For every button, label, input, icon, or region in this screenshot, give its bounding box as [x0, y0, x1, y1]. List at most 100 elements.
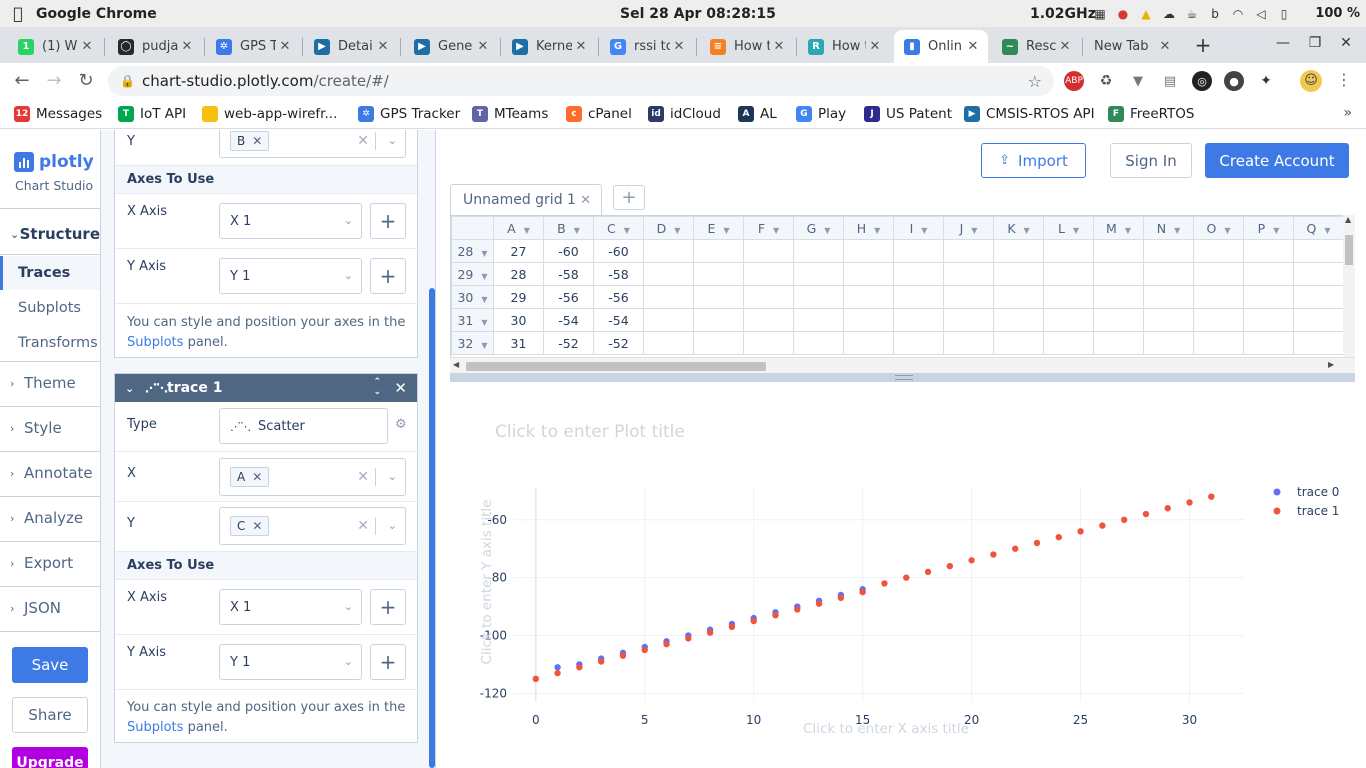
data-point-trace-1[interactable] [1055, 533, 1062, 541]
add-xaxis-button[interactable]: + [370, 589, 406, 625]
column-header[interactable]: L ▼ [1043, 216, 1094, 240]
new-tab-plus-icon[interactable]: + [1192, 35, 1214, 55]
data-point-trace-1[interactable] [576, 664, 583, 671]
column-menu-icon[interactable]: ▼ [1324, 226, 1330, 235]
data-point-trace-1[interactable] [903, 574, 910, 581]
nav-transforms[interactable]: Transforms [0, 326, 100, 360]
grid-cell[interactable]: 28 [493, 262, 544, 286]
data-point-trace-1[interactable] [1077, 528, 1084, 535]
column-menu-icon[interactable]: ▼ [1174, 226, 1180, 235]
row-menu-icon[interactable]: ▼ [481, 295, 487, 304]
bookmark-item[interactable]: c cPanel [566, 104, 632, 124]
cpu-chip-icon[interactable]: ▦ [1092, 6, 1108, 22]
back-arrow-icon[interactable]: ← [10, 69, 34, 93]
column-header[interactable]: F ▼ [743, 216, 794, 240]
grid-cell[interactable] [843, 262, 894, 286]
tab-close-icon[interactable]: ✕ [276, 39, 294, 54]
data-point-trace-1[interactable] [990, 551, 997, 558]
chevron-down-icon[interactable]: ⌄ [344, 655, 353, 668]
clear-icon[interactable]: ✕ [357, 469, 369, 485]
grid-cell[interactable] [643, 285, 694, 309]
row-number-cell[interactable]: 32 ▼ [451, 331, 494, 355]
grid-cell[interactable] [1243, 239, 1294, 263]
bing-icon[interactable]: b [1207, 6, 1223, 22]
column-header[interactable]: H ▼ [843, 216, 894, 240]
browser-tab[interactable]: New Tab ✕ [1084, 30, 1180, 63]
wifi-icon[interactable]: ◠ [1230, 6, 1246, 22]
bookmark-star-icon[interactable]: ☆ [1028, 72, 1042, 91]
grid-cell[interactable] [693, 331, 744, 355]
tab-close-icon[interactable]: ✕ [1156, 39, 1174, 54]
browser-tab[interactable]: ▮ Onlin ✕ [894, 30, 988, 63]
grid-cell[interactable] [893, 308, 944, 332]
data-point-trace-1[interactable] [1033, 539, 1041, 547]
column-header[interactable]: G ▼ [793, 216, 844, 240]
browser-tab[interactable]: ◯ pudja ✕ [108, 30, 202, 63]
splitter-grip[interactable] [895, 375, 913, 380]
grid-cell[interactable] [743, 239, 794, 263]
grid-cell[interactable] [943, 262, 994, 286]
browser-tab[interactable]: R How t ✕ [798, 30, 890, 63]
grid-cell[interactable] [643, 308, 694, 332]
grid-cell[interactable]: -56 [593, 285, 644, 309]
bookmark-item[interactable]: web-app-wirefr... [202, 104, 337, 124]
trace-1-header[interactable]: ⌄ ⋰⋱ trace 1 ⌃ ⌄ ✕ [115, 374, 417, 402]
import-button[interactable]: ⇪ Import [981, 143, 1086, 178]
nav-traces[interactable]: Traces [0, 256, 100, 290]
grid-cell[interactable] [1043, 308, 1094, 332]
nav-annotate[interactable]: › Annotate [0, 461, 100, 485]
remove-tag-icon[interactable]: ✕ [252, 519, 262, 533]
grid-cell[interactable] [843, 285, 894, 309]
restore-icon[interactable]: ❐ [1305, 35, 1325, 51]
plotly-logo[interactable]: plotly [14, 152, 94, 172]
y-axis-title-placeholder[interactable]: Click to enter Y axis title [479, 500, 495, 665]
data-point-trace-1[interactable] [772, 612, 779, 619]
trace-1-xaxis-select[interactable]: X 1 ⌄ [219, 589, 362, 625]
grid-cell[interactable] [843, 331, 894, 355]
grid-cell[interactable] [693, 308, 744, 332]
grid-horizontal-scrollbar[interactable]: ◀ ▶ [450, 357, 1355, 373]
browser-tab[interactable]: ≡ How t ✕ [700, 30, 794, 63]
data-point-trace-1[interactable] [554, 669, 561, 677]
grid-cell[interactable]: 30 [493, 308, 544, 332]
chevron-down-icon[interactable]: ⌄ [344, 269, 353, 282]
grid-cell[interactable] [1193, 285, 1244, 309]
grid-cell[interactable]: -54 [543, 308, 594, 332]
bookmark-item[interactable]: G Play [796, 104, 846, 124]
trace-1-type-select[interactable]: ⋰⋱ Scatter [219, 408, 388, 444]
remove-tag-icon[interactable]: ✕ [252, 470, 262, 484]
tab-close-icon[interactable]: ✕ [770, 39, 788, 54]
data-point-trace-0[interactable] [554, 664, 561, 671]
grid-cell[interactable] [1193, 308, 1244, 332]
column-menu-icon[interactable]: ▼ [1125, 226, 1131, 235]
row-menu-icon[interactable]: ▼ [481, 341, 487, 350]
address-bar[interactable]: 🔒 chart-studio.plotly.com/create/#/ ☆ [108, 66, 1054, 96]
grid-cell[interactable]: -52 [593, 331, 644, 355]
data-point-trace-1[interactable] [750, 617, 757, 625]
browser-tab[interactable]: ▶ Gene ✕ [404, 30, 498, 63]
chevron-down-icon[interactable]: ⌄ [125, 382, 139, 395]
column-menu-icon[interactable]: ▼ [574, 226, 580, 235]
grid-cell[interactable]: -58 [593, 262, 644, 286]
pocket-extension-icon[interactable]: ● [1224, 71, 1244, 91]
legend-marker[interactable] [1273, 488, 1281, 496]
browser-tab[interactable]: Grssi to ✕ [600, 30, 694, 63]
grid-cell[interactable] [1043, 262, 1094, 286]
grid-cell[interactable] [1043, 239, 1094, 263]
reload-icon[interactable]: ↻ [74, 69, 98, 93]
trace-0-y-select[interactable]: B ✕ ✕ ⌄ [219, 130, 406, 158]
column-header[interactable]: N ▼ [1143, 216, 1194, 240]
add-yaxis-button[interactable]: + [370, 644, 406, 680]
grid-cell[interactable] [1293, 285, 1344, 309]
nav-export[interactable]: › Export [0, 551, 100, 575]
grid-cell[interactable] [793, 239, 844, 263]
data-point-trace-1[interactable] [1099, 522, 1106, 529]
row-menu-icon[interactable]: ▼ [481, 318, 487, 327]
data-point-trace-1[interactable] [859, 588, 866, 596]
scatter-plot[interactable]: 0 5 10 15 20 25 30-120-100-80-60 trace 0trace … [450, 470, 1355, 760]
grid-cell[interactable] [1293, 308, 1344, 332]
trace-1-yaxis-select[interactable]: Y 1 ⌄ [219, 644, 362, 680]
grid-cell[interactable] [643, 239, 694, 263]
row-number-cell[interactable]: 31 ▼ [451, 308, 494, 332]
trace-1-y-select[interactable]: C ✕ ✕ ⌄ [219, 507, 406, 545]
